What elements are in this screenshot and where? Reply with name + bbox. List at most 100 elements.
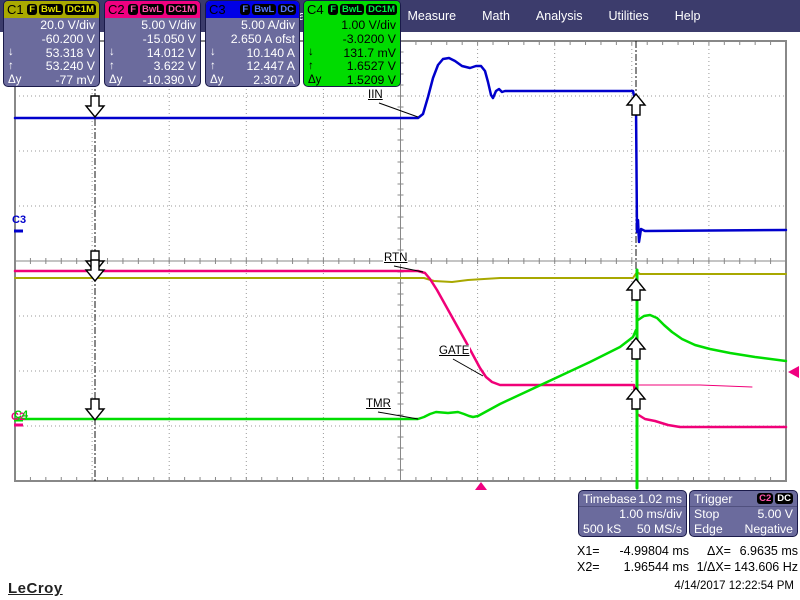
c1-delta-value: Δy -77 mV: [8, 73, 95, 87]
trace-c4-after: [636, 313, 788, 363]
c3-vdiv: 5.00 A/div: [240, 17, 295, 32]
trigger-time-marker-icon[interactable]: [475, 482, 487, 490]
trigger-mode: Stop: [694, 507, 720, 522]
c2-offset: -15.050 V: [142, 31, 196, 46]
trace-c4-tmr: [13, 328, 638, 421]
channel-box-c2[interactable]: C2 F BwL DC1M 5.00 V/div -15.050 V ↓ 14.0…: [104, 0, 201, 87]
badge-bwl-c4: BwL: [340, 4, 365, 15]
x1-label: X1=: [577, 544, 600, 558]
channel-position-label-c3: C3: [12, 214, 27, 226]
channel-box-c4-header: C4 F BwL DC1M: [304, 1, 400, 18]
timebase-box[interactable]: Timebase 1.02 ms 1.00 ms/div 500 kS 50 M…: [578, 490, 687, 537]
timebase-delay: 1.02 ms: [638, 491, 682, 506]
datetime: 4/14/2017 12:22:54 PM: [674, 580, 794, 592]
trace-label-iin: IIN: [367, 89, 384, 101]
trigger-title: Trigger: [694, 491, 733, 506]
delta-y-icon: Δy: [210, 74, 224, 87]
down-arrow-icon: ↓: [210, 46, 216, 59]
trigger-source-badge: C2: [757, 493, 774, 504]
trigger-level-marker-icon[interactable]: [788, 366, 799, 378]
c4-delta-value: Δy 1.5209 V: [308, 73, 396, 87]
down-arrow-icon: ↓: [8, 46, 14, 59]
delta-y-icon: Δy: [8, 74, 22, 87]
x1-value: -4.99804 ms: [619, 544, 689, 558]
x2-label: X2=: [577, 560, 600, 574]
delta-y-icon: Δy: [308, 74, 322, 87]
badge-filter-c2: F: [128, 4, 139, 15]
badge-coupling-c1: DC1M: [65, 4, 96, 15]
channel-id-c2: C2: [108, 2, 125, 17]
channel-id-c4: C4: [307, 2, 324, 17]
down-arrow-icon: ↓: [109, 46, 115, 59]
timebase-sampling-row: 500 kS 50 MS/s: [579, 522, 686, 537]
c3-offset: 2.650 A ofst: [230, 31, 295, 46]
c4-vdiv: 1.00 V/div: [341, 17, 396, 32]
cursor-marker-down-icon: [84, 398, 106, 422]
trigger-slope: Negative: [744, 521, 793, 536]
trigger-header: Trigger C2 DC: [690, 491, 797, 507]
cursor-marker-down-icon: [84, 95, 106, 119]
timebase-samples: 500 kS: [583, 521, 622, 536]
channel-box-c3-header: C3 F BwL DC: [206, 1, 299, 18]
x2-value: 1.96544 ms: [623, 560, 689, 574]
down-arrow-icon: ↓: [308, 46, 314, 59]
cursor-readouts: X1= -4.99804 ms ΔX= 6.9635 ms X2= 1.9654…: [577, 543, 798, 575]
trigger-type-row: Edge Negative: [690, 522, 797, 537]
trigger-coupling-badge: DC: [775, 493, 793, 504]
trace-label-rtn: RTN: [383, 252, 409, 264]
up-arrow-icon: ↑: [8, 60, 14, 73]
timebase-title: Timebase: [583, 491, 637, 506]
c1-vdiv: 20.0 V/div: [40, 17, 95, 32]
channel-box-c3[interactable]: C3 F BwL DC 5.00 A/div 2.650 A ofst ↓ 10.…: [205, 0, 300, 87]
oscilloscope-screen: File Vertical Timebase Trigger Display C…: [0, 0, 800, 600]
c2-cursor2-value: ↑ 3.622 V: [109, 59, 196, 74]
cursor-marker-up-icon: [625, 277, 647, 301]
timebase-scale-row: 1.00 ms/div: [579, 507, 686, 522]
trigger-box[interactable]: Trigger C2 DC Stop 5.00 V Edge Negative: [689, 490, 798, 537]
dx-value: 6.9635 ms: [739, 544, 798, 558]
channel-id-c1: C1: [7, 2, 24, 17]
channel-box-c4[interactable]: C4 F BwL DC1M 1.00 V/div -3.0200 V ↓ 131.…: [303, 0, 401, 87]
timebase-header: Timebase 1.02 ms: [579, 491, 686, 507]
badge-filter-c1: F: [27, 4, 38, 15]
dx-label: ΔX=: [707, 544, 731, 558]
inv-dx-value: 143.606 Hz: [734, 560, 798, 574]
trace-label-gate: GATE: [438, 345, 471, 357]
badge-filter-c3: F: [240, 4, 251, 15]
timebase-rate: 50 MS/s: [636, 521, 682, 536]
c4-cursor1-value: ↓ 131.7 mV: [308, 45, 396, 60]
channel-position-label-c4: C4: [14, 409, 29, 421]
timebase-scale: 1.00 ms/div: [619, 507, 682, 522]
c2-delta-value: Δy -10.390 V: [109, 73, 196, 87]
c1-offset: -60.200 V: [41, 31, 95, 46]
channel-box-c1-header: C1 F BwL DC1M: [4, 1, 99, 18]
badge-bwl-c3: BwL: [252, 4, 277, 15]
channel-box-c2-header: C2 F BwL DC1M: [105, 1, 200, 18]
trigger-mode-row: Stop 5.00 V: [690, 507, 797, 522]
c1-cursor2-value: ↑ 53.240 V: [8, 59, 95, 74]
c4-cursor2-value: ↑ 1.6527 V: [308, 59, 396, 74]
c3-cursor1-value: ↓ 10.140 A: [210, 45, 295, 60]
trace-c2-gate-tail: [636, 384, 753, 388]
up-arrow-icon: ↑: [210, 60, 216, 73]
badge-bwl-c1: BwL: [39, 4, 64, 15]
c2-cursor1-value: ↓ 14.012 V: [109, 45, 196, 60]
channel-box-c1[interactable]: C1 F BwL DC1M 20.0 V/div -60.200 V ↓ 53.3…: [3, 0, 100, 87]
cursor-marker-up-icon: [625, 92, 647, 116]
c2-vdiv: 5.00 V/div: [141, 17, 196, 32]
c4-offset: -3.0200 V: [342, 31, 396, 46]
cursor-marker-up-icon: [625, 336, 647, 360]
badge-filter-c4: F: [328, 4, 339, 15]
trigger-level: 5.00 V: [757, 507, 793, 522]
delta-y-icon: Δy: [109, 74, 123, 87]
badge-coupling-c4: DC1M: [366, 4, 397, 15]
trigger-type: Edge: [694, 521, 723, 536]
badge-bwl-c2: BwL: [140, 4, 165, 15]
c1-cursor1-value: ↓ 53.318 V: [8, 45, 95, 60]
badge-coupling-c3: DC: [278, 4, 296, 15]
lecroy-logo: LeCroy: [8, 580, 63, 597]
c3-cursor2-value: ↑ 12.447 A: [210, 59, 295, 74]
cursor-marker-up-icon: [625, 386, 647, 410]
up-arrow-icon: ↑: [308, 60, 314, 73]
badge-coupling-c2: DC1M: [166, 4, 197, 15]
